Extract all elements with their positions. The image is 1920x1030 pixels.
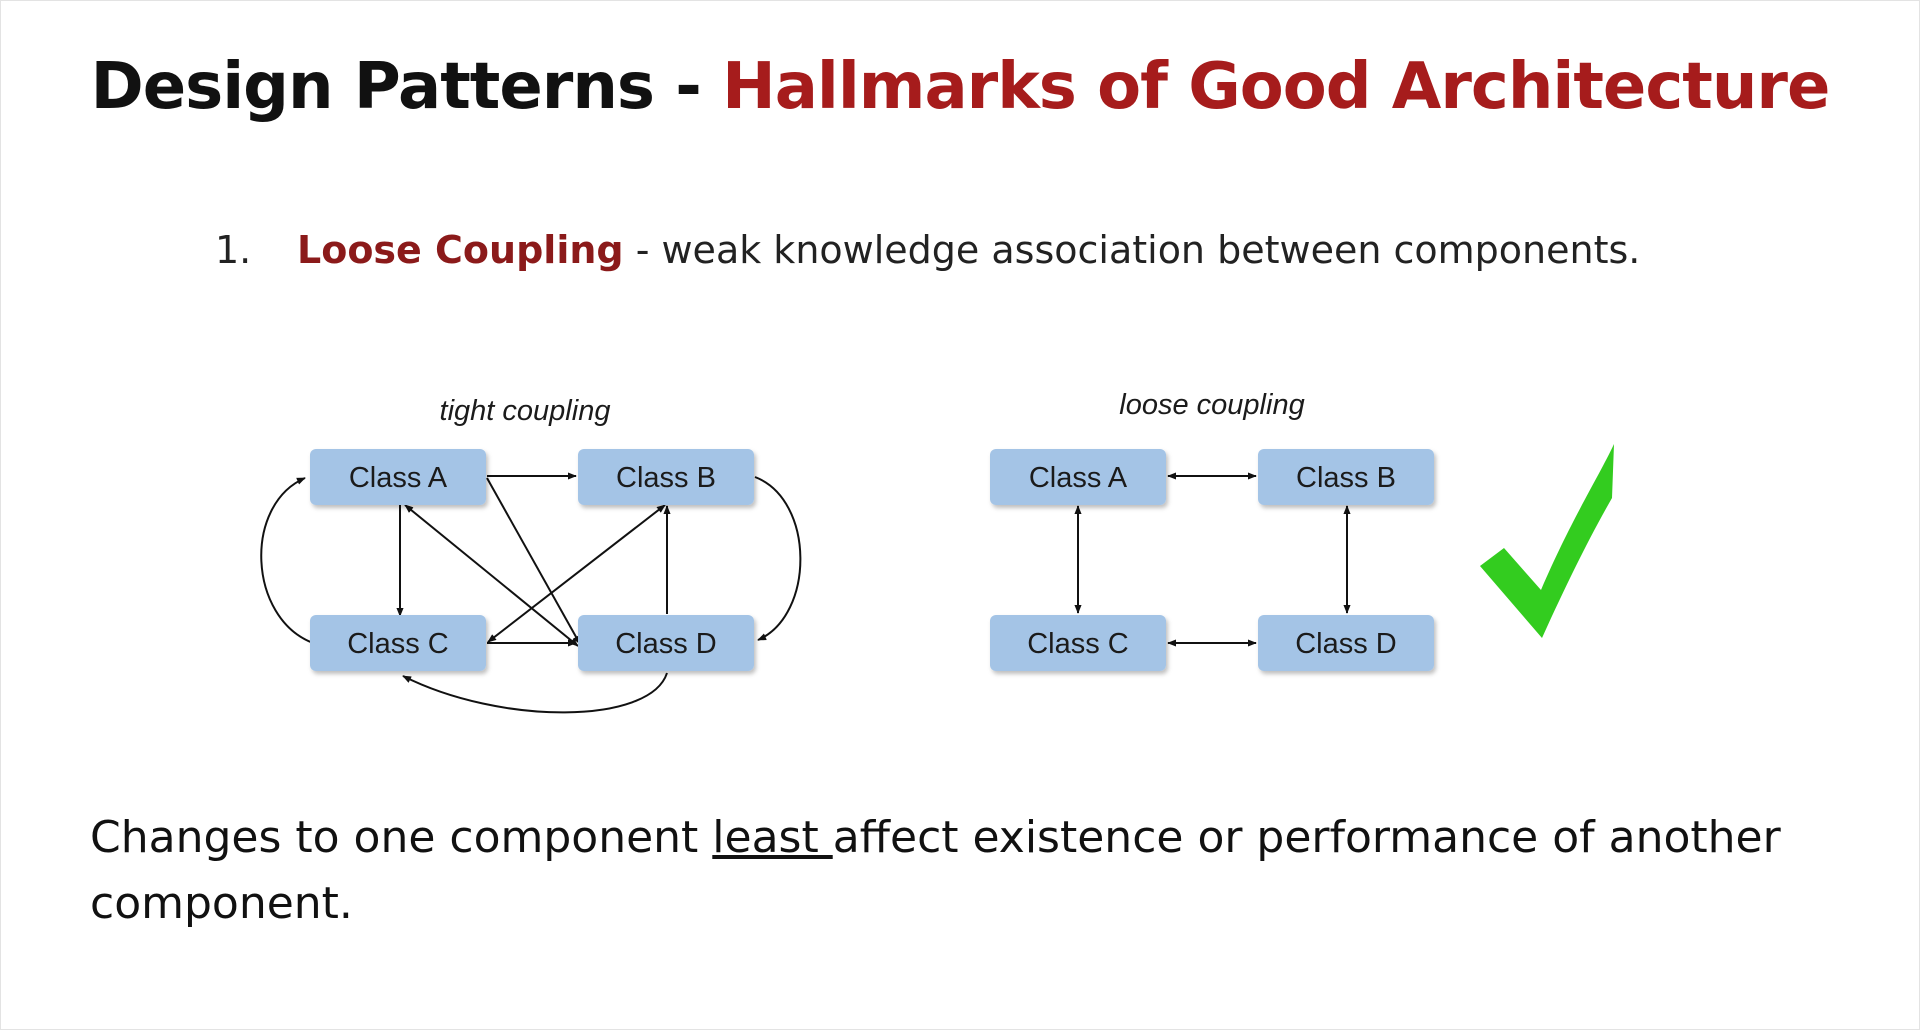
tight-coupling-caption: tight coupling	[440, 395, 611, 427]
edge-d-to-c-curve	[402, 672, 668, 714]
tight-node-a-label: Class A	[349, 462, 448, 494]
tight-node-c-label: Class C	[347, 628, 449, 660]
loose-node-d-label: Class D	[1295, 628, 1397, 660]
checkmark-icon	[1480, 444, 1614, 638]
bottom-text-start: Changes to one component	[90, 812, 713, 863]
edge-a-to-d	[486, 477, 581, 645]
loose-node-b-label: Class B	[1296, 462, 1396, 494]
bottom-statement: Changes to one component least affect ex…	[90, 805, 1790, 937]
tight-coupling-diagram: tight coupling Class A Class B Class C C…	[260, 395, 802, 714]
loose-coupling-diagram: loose coupling Class A Class B Class C C…	[990, 389, 1434, 671]
bottom-text-underlined: least	[712, 812, 833, 863]
loose-coupling-caption: loose coupling	[1119, 389, 1304, 421]
edge-b-to-d-curve	[754, 476, 802, 641]
tight-node-d-label: Class D	[615, 628, 717, 660]
loose-node-c-label: Class C	[1027, 628, 1129, 660]
edge-c-to-a-curve	[260, 477, 314, 644]
tight-node-b-label: Class B	[616, 462, 716, 494]
loose-node-a-label: Class A	[1029, 462, 1128, 494]
